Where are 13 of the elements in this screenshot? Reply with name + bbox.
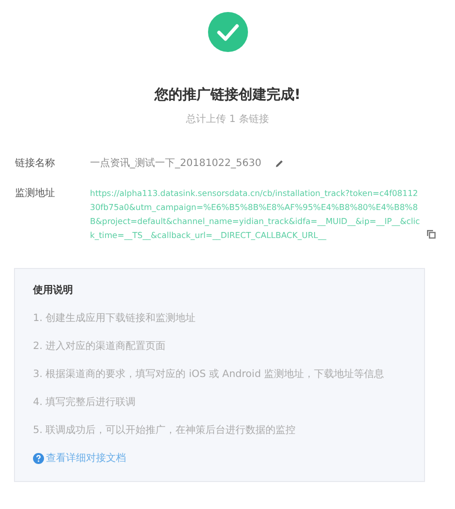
field-label: 链接名称 — [15, 156, 56, 170]
instruction-step: 1. 创建生成应用下载链接和监测地址 — [33, 311, 406, 325]
instruction-step: 2. 进入对应的渠道商配置页面 — [33, 339, 406, 353]
instruction-step: 3. 根据渠道商的要求，填写对应的 iOS 或 Android 监测地址，下载地址等信息 — [33, 367, 406, 381]
instructions-title: 使用说明 — [33, 284, 74, 297]
success-title: 您的推广链接创建完成! — [154, 86, 301, 104]
tracking-url: https://alpha113.datasink.sensorsdata.cn/cb/installation_track?token=c4f0811230fb75a0&utm_campaign=%E6%B5%8B%E8%AF%95%E4%B8%80%E4%B8%8B&project=default&channel_name=yidian_track&idfa=__MUID__&ip=__IP__&click_time=__TS__&callback_url=__DIRECT_CALLBACK_URL__ — [90, 187, 421, 242]
upload-count: 总计上传 1 条链接 — [186, 112, 269, 126]
link-name: 一点资讯_测试一下_20181022_5630 — [90, 156, 262, 170]
field-label: 监测地址 — [15, 186, 56, 201]
instruction-step: 5. 联调成功后，可以开始推广，在神策后台进行数据的监控 — [33, 423, 406, 437]
docs-link[interactable]: 查看详细对接文档 — [33, 451, 406, 465]
instruction-step: 4. 填写完整后进行联调 — [33, 395, 406, 409]
